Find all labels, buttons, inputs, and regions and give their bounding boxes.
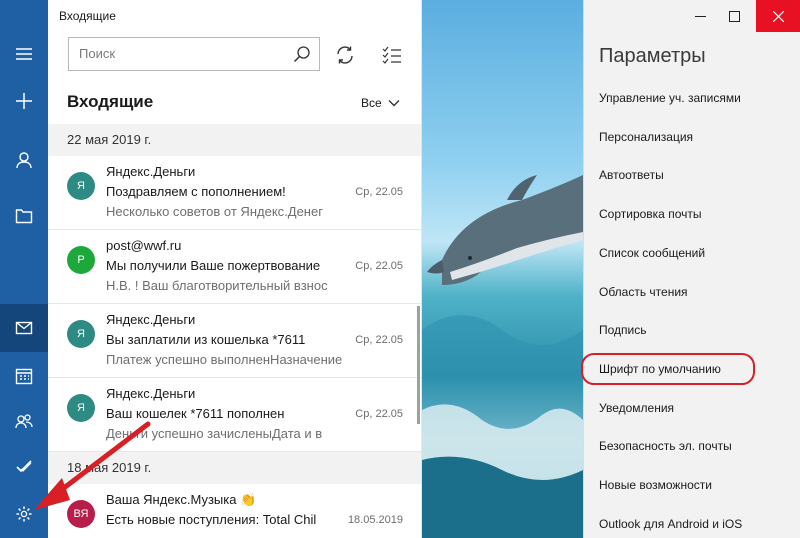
new-mail-icon (16, 93, 32, 109)
highlight-annotation (581, 353, 755, 385)
accounts-icon (16, 152, 32, 169)
folders-icon (15, 209, 33, 224)
sync-icon[interactable] (335, 45, 355, 65)
message-item[interactable]: P post@wwf.ru Мы получили Ваше пожертвов… (48, 230, 421, 304)
date-group-header: 18 мая 2019 г. (48, 452, 421, 484)
message-item[interactable]: Я Яндекс.Деньги Вы заплатили из кошелька… (48, 304, 421, 378)
search-icon[interactable] (293, 45, 311, 63)
message-preview: Платеж успешно выполненНазначение (106, 352, 343, 367)
settings-item-notifications[interactable]: Уведомления (599, 401, 674, 415)
message-date: Ср, 22.05 (355, 186, 403, 198)
background-photo (422, 0, 583, 538)
people-button[interactable] (0, 397, 48, 445)
message-item[interactable]: Я Яндекс.Деньги Поздравляем с пополнение… (48, 156, 421, 230)
new-mail-button[interactable] (0, 77, 48, 125)
todo-button[interactable] (0, 443, 48, 491)
sender-avatar: Я (67, 320, 95, 348)
chevron-down-icon (388, 100, 400, 107)
settings-item-sorting[interactable]: Сортировка почты (599, 207, 701, 221)
todo-icon (16, 460, 32, 473)
settings-item-personalization[interactable]: Персонализация (599, 130, 693, 144)
close-icon (772, 10, 784, 22)
settings-item-auto-replies[interactable]: Автоответы (599, 168, 664, 182)
settings-item-security[interactable]: Безопасность эл. почты (599, 439, 732, 453)
settings-item-whats-new[interactable]: Новые возможности (599, 478, 712, 492)
close-button[interactable] (756, 0, 800, 32)
message-item[interactable]: ВЯ Ваша Яндекс.Музыка 👏 Есть новые посту… (48, 484, 421, 538)
window-title: Входящие (59, 9, 116, 23)
sender-avatar: ВЯ (67, 500, 95, 528)
message-preview: Деньги успешно зачисленыДата и в (106, 426, 323, 441)
nav-rail (0, 0, 48, 538)
minimize-icon (694, 15, 706, 17)
settings-title: Параметры (599, 45, 706, 67)
maximize-button[interactable] (714, 0, 754, 32)
settings-item-accounts[interactable]: Управление уч. записями (599, 91, 741, 105)
message-sender: Яндекс.Деньги (106, 164, 196, 179)
filter-label: Все (361, 96, 382, 110)
search-placeholder: Поиск (79, 46, 116, 61)
message-sender: Ваша Яндекс.Музыка 👏 (106, 492, 257, 507)
settings-item-signature[interactable]: Подпись (599, 323, 647, 337)
message-list-pane: Входящие Поиск Входящие Все 22 мая 2019 … (48, 0, 422, 538)
select-mode-icon[interactable] (382, 45, 402, 65)
menu-icon (16, 48, 32, 60)
message-sender: post@wwf.ru (106, 238, 182, 253)
menu-button[interactable] (0, 30, 48, 78)
sender-avatar: Я (67, 394, 95, 422)
message-date: Ср, 22.05 (355, 408, 403, 420)
message-subject: Мы получили Ваше пожертвование (106, 258, 321, 273)
message-subject: Поздравляем с пополнением! (106, 184, 286, 199)
message-sender: Яндекс.Деньги (106, 312, 196, 327)
settings-item-reading-pane[interactable]: Область чтения (599, 285, 688, 299)
sender-avatar: P (67, 246, 95, 274)
folder-heading: Входящие (67, 92, 154, 111)
date-group-header: 22 мая 2019 г. (48, 124, 421, 156)
people-icon (15, 414, 33, 429)
message-preview: Несколько советов от Яндекс.Денег (106, 204, 323, 219)
filter-dropdown[interactable]: Все (361, 96, 400, 110)
maximize-icon (728, 10, 740, 22)
message-subject: Есть новые поступления: Total Chil (106, 512, 317, 527)
settings-item-outlook-mobile[interactable]: Outlook для Android и iOS (599, 517, 742, 531)
dolphin-shape (427, 175, 583, 285)
mail-icon (15, 321, 33, 335)
settings-button[interactable] (0, 490, 48, 538)
folders-button[interactable] (0, 192, 48, 240)
settings-pane: Параметры Управление уч. записями Персон… (583, 0, 800, 538)
message-date: Ср, 22.05 (355, 334, 403, 346)
sender-avatar: Я (67, 172, 95, 200)
settings-item-message-list[interactable]: Список сообщений (599, 246, 705, 260)
message-item[interactable]: Я Яндекс.Деньги Ваш кошелек *7611 пополн… (48, 378, 421, 452)
search-input[interactable]: Поиск (68, 37, 320, 71)
calendar-button[interactable] (0, 352, 48, 400)
accounts-button[interactable] (0, 136, 48, 184)
message-subject: Вы заплатили из кошелька *7611 (106, 332, 306, 347)
list-scrollbar[interactable] (417, 306, 420, 424)
message-subject: Ваш кошелек *7611 пополнен (106, 406, 285, 421)
message-preview: Н.В. ! Ваш благотворительный взнос (106, 278, 328, 293)
mail-button[interactable] (0, 304, 48, 352)
settings-icon (16, 506, 32, 522)
message-sender: Яндекс.Деньги (106, 386, 196, 401)
message-date: Ср, 22.05 (355, 260, 403, 272)
calendar-icon (15, 368, 33, 385)
message-date: 18.05.2019 (347, 514, 403, 526)
